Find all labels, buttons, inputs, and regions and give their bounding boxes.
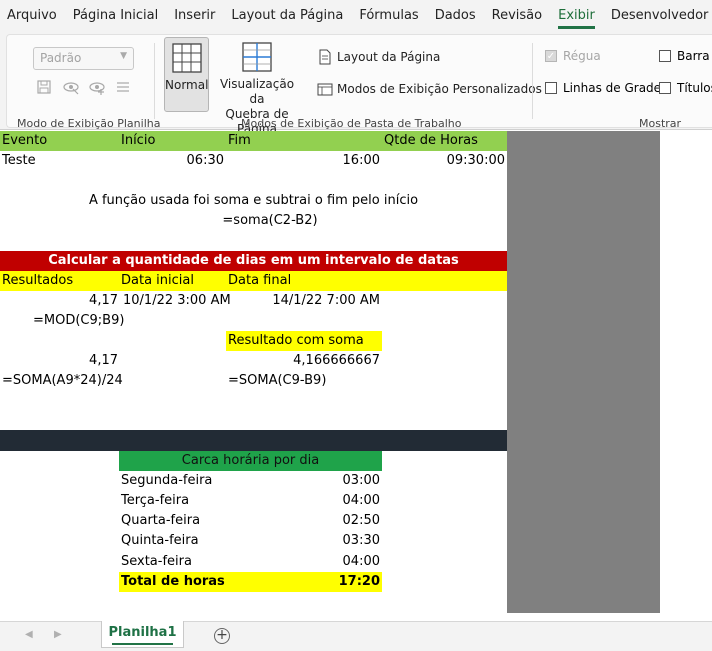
gridlines-checkbox[interactable]: Linhas de Grade — [545, 81, 661, 95]
gridlines-label: Linhas de Grade — [563, 81, 662, 95]
total-label[interactable]: Total de horas — [119, 572, 269, 592]
menu-formulas[interactable]: Fórmulas — [351, 0, 426, 32]
cell-inicio-value[interactable]: 06:30 — [119, 151, 226, 171]
check-icon: ✓ — [545, 50, 557, 62]
group-separator — [532, 43, 533, 119]
menu-arquivo[interactable]: Arquivo — [0, 0, 65, 32]
cell-end-date[interactable]: 14/1/22 7:00 AM — [226, 291, 382, 311]
cell-data-final[interactable]: Data final — [226, 271, 382, 291]
schedule-hours[interactable]: 03:30 — [281, 531, 382, 551]
cell-resultados[interactable]: Resultados — [0, 271, 120, 291]
ribbon-panel: Padrão ▼ Modo de Exibição Planilha Norma… — [6, 34, 712, 136]
note-formula[interactable]: =soma(C2-B2) — [0, 211, 540, 231]
cell-start-date[interactable]: 10/1/22 3:00 AM — [121, 291, 231, 311]
page-layout-label: Layout da Página — [337, 50, 441, 64]
ruler-label: Régua — [563, 49, 601, 63]
new-view-icon[interactable] — [88, 79, 106, 95]
menu-revisao[interactable]: Revisão — [484, 0, 550, 32]
schedule-day[interactable]: Segunda-feira — [119, 471, 269, 491]
sheet-tab-planilha1[interactable]: Planilha1 — [101, 621, 184, 648]
checkbox-box — [545, 82, 557, 94]
sheet-view-value: Padrão — [40, 51, 82, 65]
page-break-preview-icon — [242, 42, 272, 72]
formula-bar-label: Barra d — [677, 49, 712, 63]
page-break-gray-area — [507, 131, 660, 613]
schedule-day[interactable]: Quinta-feira — [119, 531, 269, 551]
group-label-show: Mostrar — [639, 117, 682, 130]
schedule-title[interactable]: Carca horária por dia — [119, 451, 382, 471]
cell-result-sum[interactable]: 4,166666667 — [226, 351, 382, 371]
ruler-checkbox[interactable]: ✓ Régua — [545, 49, 601, 63]
cell-formula-mod[interactable]: =MOD(C9;B9) — [31, 311, 151, 331]
page-break-preview-button[interactable]: Visualização da Quebra de Página — [211, 37, 303, 136]
normal-view-icon — [171, 43, 202, 73]
group-label-sheet-view: Modo de Exibição Planilha — [17, 117, 161, 130]
cell-result1[interactable]: 4,17 — [0, 291, 120, 311]
normal-view-button[interactable]: Normal — [164, 37, 209, 112]
page-break-label-1: Visualização da — [219, 77, 295, 106]
dark-separator-band — [0, 430, 507, 451]
schedule-hours[interactable]: 04:00 — [281, 491, 382, 511]
prev-sheet-icon[interactable]: ◀ — [25, 629, 33, 640]
cell-qtde-value[interactable]: 09:30:00 — [382, 151, 507, 171]
menu-inserir[interactable]: Inserir — [166, 0, 223, 32]
custom-views-label: Modos de Exibição Personalizados — [337, 82, 542, 96]
schedule-hours[interactable]: 04:00 — [281, 552, 382, 572]
exit-view-icon[interactable] — [62, 79, 80, 95]
menu-desenvolvedor[interactable]: Desenvolvedor — [603, 0, 712, 32]
cell-formula-soma2[interactable]: =SOMA(C9-B9) — [226, 371, 382, 391]
formula-bar-checkbox[interactable]: Barra d — [659, 49, 712, 63]
menu-bar: Arquivo Página Inicial Inserir Layout da… — [0, 0, 712, 32]
cell-formula-soma1[interactable]: =SOMA(A9*24)/24 — [0, 371, 140, 391]
cell-data-inicial[interactable]: Data inicial — [119, 271, 226, 291]
cell-evento-value[interactable]: Teste — [0, 151, 120, 171]
options-icon[interactable] — [115, 79, 131, 95]
normal-view-label: Normal — [165, 78, 209, 92]
ribbon: Padrão ▼ Modo de Exibição Planilha Norma… — [0, 32, 712, 136]
sheet-view-combo[interactable]: Padrão ▼ — [33, 47, 134, 70]
cell-header-evento[interactable]: Evento — [0, 131, 120, 151]
worksheet[interactable]: Evento Início Fim Qtde de Horas Teste 06… — [0, 131, 712, 621]
add-sheet-icon[interactable]: + — [214, 628, 230, 644]
next-sheet-icon[interactable]: ▶ — [54, 629, 62, 640]
red-title[interactable]: Calcular a quantidade de dias em um inte… — [0, 251, 507, 271]
cell-header-inicio[interactable]: Início — [119, 131, 226, 151]
checkbox-box — [659, 50, 671, 62]
chevron-down-icon: ▼ — [120, 51, 127, 61]
menu-pagina-inicial[interactable]: Página Inicial — [65, 0, 166, 32]
menu-layout-da-pagina[interactable]: Layout da Página — [223, 0, 351, 32]
group-separator — [154, 43, 155, 119]
cell-header-fim[interactable]: Fim — [226, 131, 381, 151]
cell-result2[interactable]: 4,17 — [0, 351, 120, 371]
page-layout-button[interactable]: Layout da Página — [317, 49, 440, 65]
checkbox-box — [659, 82, 671, 94]
cell-header-qtde-horas[interactable]: Qtde de Horas — [382, 131, 507, 151]
total-value[interactable]: 17:20 — [281, 572, 382, 592]
group-label-workbook-views: Modos de Exibição de Pasta de Trabalho — [241, 117, 462, 130]
custom-views-button[interactable]: Modos de Exibição Personalizados — [317, 81, 542, 97]
cell-fim-value[interactable]: 16:00 — [226, 151, 382, 171]
custom-views-icon — [317, 83, 333, 96]
sheet-tab-bar: ◀ ▶ Planilha1 + — [0, 621, 712, 651]
schedule-hours[interactable]: 02:50 — [281, 511, 382, 531]
headings-checkbox[interactable]: Títulos — [659, 81, 712, 95]
save-view-icon[interactable] — [36, 79, 52, 95]
menu-exibir[interactable]: Exibir — [550, 0, 603, 32]
page-layout-icon — [319, 49, 331, 65]
note-text[interactable]: A função usada foi soma e subtrai o fim … — [0, 191, 507, 211]
headings-label: Títulos — [677, 81, 712, 95]
schedule-day[interactable]: Sexta-feira — [119, 552, 269, 572]
menu-dados[interactable]: Dados — [427, 0, 484, 32]
schedule-day[interactable]: Quarta-feira — [119, 511, 269, 531]
cell-sum-label[interactable]: Resultado com soma — [226, 331, 382, 351]
schedule-day[interactable]: Terça-feira — [119, 491, 269, 511]
schedule-hours[interactable]: 03:00 — [281, 471, 382, 491]
